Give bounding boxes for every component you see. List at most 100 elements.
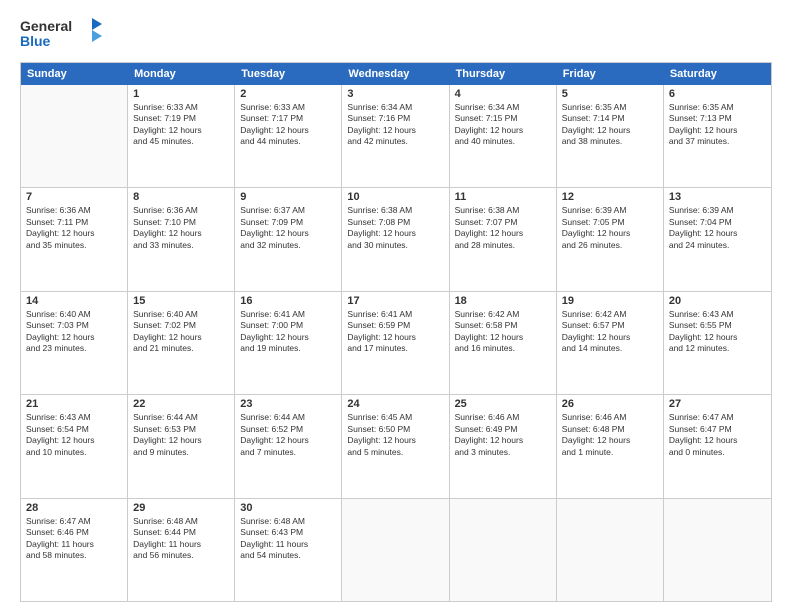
calendar-day-7: 7 Sunrise: 6:36 AM Sunset: 7:11 PM Daylig… bbox=[21, 188, 128, 290]
day-number: 3 bbox=[347, 88, 443, 100]
calendar-day-25: 25Sunrise: 6:46 AM Sunset: 6:49 PM Dayli… bbox=[450, 395, 557, 497]
calendar-day-13: 13 Sunrise: 6:39 AM Sunset: 7:04 PM Dayli… bbox=[664, 188, 771, 290]
day-number: 4 bbox=[455, 88, 551, 100]
calendar-day-11: 11 Sunrise: 6:38 AM Sunset: 7:07 PM Dayli… bbox=[450, 188, 557, 290]
calendar-row-1: 7 Sunrise: 6:36 AM Sunset: 7:11 PM Daylig… bbox=[21, 188, 771, 291]
calendar-day-16: 16 Sunrise: 6:41 AM Sunset: 7:00 PM Dayli… bbox=[235, 292, 342, 394]
day-info: Sunrise: 6:35 AM Sunset: 7:13 PM Dayligh… bbox=[669, 102, 766, 148]
calendar-day-15: 15Sunrise: 6:40 AM Sunset: 7:02 PM Dayli… bbox=[128, 292, 235, 394]
day-number: 19 bbox=[562, 295, 658, 307]
day-info: Sunrise: 6:33 AM Sunset: 7:17 PM Dayligh… bbox=[240, 102, 336, 148]
day-number: 16 bbox=[240, 295, 336, 307]
day-info: Sunrise: 6:40 AM Sunset: 7:03 PM Dayligh… bbox=[26, 309, 122, 355]
calendar-day-9: 9Sunrise: 6:37 AM Sunset: 7:09 PM Daylig… bbox=[235, 188, 342, 290]
day-info: Sunrise: 6:47 AM Sunset: 6:46 PM Dayligh… bbox=[26, 516, 122, 562]
calendar: SundayMondayTuesdayWednesdayThursdayFrid… bbox=[20, 62, 772, 602]
day-number: 18 bbox=[455, 295, 551, 307]
day-number: 5 bbox=[562, 88, 658, 100]
day-number: 20 bbox=[669, 295, 766, 307]
day-info: Sunrise: 6:46 AM Sunset: 6:49 PM Dayligh… bbox=[455, 412, 551, 458]
day-number: 11 bbox=[455, 191, 551, 203]
calendar-day-2: 2Sunrise: 6:33 AM Sunset: 7:17 PM Daylig… bbox=[235, 85, 342, 187]
page: General Blue SundayMondayTuesdayWednesda… bbox=[0, 0, 792, 612]
day-info: Sunrise: 6:39 AM Sunset: 7:04 PM Dayligh… bbox=[669, 205, 766, 251]
calendar-day-30: 30Sunrise: 6:48 AM Sunset: 6:43 PM Dayli… bbox=[235, 499, 342, 601]
calendar-day-18: 18 Sunrise: 6:42 AM Sunset: 6:58 PM Dayli… bbox=[450, 292, 557, 394]
calendar-day-27: 27Sunrise: 6:47 AM Sunset: 6:47 PM Dayli… bbox=[664, 395, 771, 497]
day-info: Sunrise: 6:47 AM Sunset: 6:47 PM Dayligh… bbox=[669, 412, 766, 458]
day-info: Sunrise: 6:41 AM Sunset: 7:00 PM Dayligh… bbox=[240, 309, 336, 355]
day-info: Sunrise: 6:45 AM Sunset: 6:50 PM Dayligh… bbox=[347, 412, 443, 458]
day-number: 14 bbox=[26, 295, 122, 307]
day-info: Sunrise: 6:42 AM Sunset: 6:57 PM Dayligh… bbox=[562, 309, 658, 355]
weekday-header-sunday: Sunday bbox=[21, 63, 128, 85]
calendar-day-24: 24 Sunrise: 6:45 AM Sunset: 6:50 PM Dayli… bbox=[342, 395, 449, 497]
calendar-day-4: 4 Sunrise: 6:34 AM Sunset: 7:15 PM Daylig… bbox=[450, 85, 557, 187]
weekday-header-wednesday: Wednesday bbox=[342, 63, 449, 85]
calendar-day-26: 26Sunrise: 6:46 AM Sunset: 6:48 PM Dayli… bbox=[557, 395, 664, 497]
day-info: Sunrise: 6:44 AM Sunset: 6:53 PM Dayligh… bbox=[133, 412, 229, 458]
weekday-header-monday: Monday bbox=[128, 63, 235, 85]
calendar-empty-cell bbox=[450, 499, 557, 601]
day-info: Sunrise: 6:42 AM Sunset: 6:58 PM Dayligh… bbox=[455, 309, 551, 355]
calendar-day-14: 14 Sunrise: 6:40 AM Sunset: 7:03 PM Dayli… bbox=[21, 292, 128, 394]
day-number: 23 bbox=[240, 398, 336, 410]
header: General Blue bbox=[20, 16, 772, 52]
calendar-empty-cell bbox=[664, 499, 771, 601]
logo: General Blue bbox=[20, 16, 110, 52]
day-info: Sunrise: 6:33 AM Sunset: 7:19 PM Dayligh… bbox=[133, 102, 229, 148]
day-number: 17 bbox=[347, 295, 443, 307]
calendar-row-0: 1 Sunrise: 6:33 AM Sunset: 7:19 PM Daylig… bbox=[21, 85, 771, 188]
calendar-day-6: 6 Sunrise: 6:35 AM Sunset: 7:13 PM Daylig… bbox=[664, 85, 771, 187]
day-info: Sunrise: 6:38 AM Sunset: 7:08 PM Dayligh… bbox=[347, 205, 443, 251]
day-info: Sunrise: 6:39 AM Sunset: 7:05 PM Dayligh… bbox=[562, 205, 658, 251]
day-number: 30 bbox=[240, 502, 336, 514]
day-info: Sunrise: 6:36 AM Sunset: 7:11 PM Dayligh… bbox=[26, 205, 122, 251]
calendar-day-28: 28Sunrise: 6:47 AM Sunset: 6:46 PM Dayli… bbox=[21, 499, 128, 601]
day-number: 29 bbox=[133, 502, 229, 514]
weekday-header-saturday: Saturday bbox=[664, 63, 771, 85]
day-number: 22 bbox=[133, 398, 229, 410]
calendar-day-21: 21Sunrise: 6:43 AM Sunset: 6:54 PM Dayli… bbox=[21, 395, 128, 497]
svg-text:General: General bbox=[20, 18, 72, 34]
day-info: Sunrise: 6:40 AM Sunset: 7:02 PM Dayligh… bbox=[133, 309, 229, 355]
calendar-header: SundayMondayTuesdayWednesdayThursdayFrid… bbox=[21, 63, 771, 85]
day-number: 13 bbox=[669, 191, 766, 203]
day-number: 9 bbox=[240, 191, 336, 203]
calendar-day-20: 20 Sunrise: 6:43 AM Sunset: 6:55 PM Dayli… bbox=[664, 292, 771, 394]
day-info: Sunrise: 6:44 AM Sunset: 6:52 PM Dayligh… bbox=[240, 412, 336, 458]
day-number: 1 bbox=[133, 88, 229, 100]
day-number: 6 bbox=[669, 88, 766, 100]
calendar-day-10: 10 Sunrise: 6:38 AM Sunset: 7:08 PM Dayli… bbox=[342, 188, 449, 290]
day-info: Sunrise: 6:38 AM Sunset: 7:07 PM Dayligh… bbox=[455, 205, 551, 251]
day-info: Sunrise: 6:36 AM Sunset: 7:10 PM Dayligh… bbox=[133, 205, 229, 251]
day-info: Sunrise: 6:35 AM Sunset: 7:14 PM Dayligh… bbox=[562, 102, 658, 148]
weekday-header-friday: Friday bbox=[557, 63, 664, 85]
day-number: 7 bbox=[26, 191, 122, 203]
calendar-day-8: 8 Sunrise: 6:36 AM Sunset: 7:10 PM Daylig… bbox=[128, 188, 235, 290]
calendar-day-19: 19 Sunrise: 6:42 AM Sunset: 6:57 PM Dayli… bbox=[557, 292, 664, 394]
day-info: Sunrise: 6:41 AM Sunset: 6:59 PM Dayligh… bbox=[347, 309, 443, 355]
weekday-header-thursday: Thursday bbox=[450, 63, 557, 85]
calendar-day-29: 29Sunrise: 6:48 AM Sunset: 6:44 PM Dayli… bbox=[128, 499, 235, 601]
day-number: 24 bbox=[347, 398, 443, 410]
calendar-day-3: 3Sunrise: 6:34 AM Sunset: 7:16 PM Daylig… bbox=[342, 85, 449, 187]
calendar-row-4: 28Sunrise: 6:47 AM Sunset: 6:46 PM Dayli… bbox=[21, 499, 771, 601]
day-number: 26 bbox=[562, 398, 658, 410]
weekday-header-tuesday: Tuesday bbox=[235, 63, 342, 85]
calendar-row-3: 21Sunrise: 6:43 AM Sunset: 6:54 PM Dayli… bbox=[21, 395, 771, 498]
calendar-row-2: 14 Sunrise: 6:40 AM Sunset: 7:03 PM Dayli… bbox=[21, 292, 771, 395]
calendar-day-1: 1 Sunrise: 6:33 AM Sunset: 7:19 PM Daylig… bbox=[128, 85, 235, 187]
day-info: Sunrise: 6:43 AM Sunset: 6:55 PM Dayligh… bbox=[669, 309, 766, 355]
day-number: 21 bbox=[26, 398, 122, 410]
calendar-body: 1 Sunrise: 6:33 AM Sunset: 7:19 PM Daylig… bbox=[21, 85, 771, 601]
calendar-day-23: 23 Sunrise: 6:44 AM Sunset: 6:52 PM Dayli… bbox=[235, 395, 342, 497]
day-info: Sunrise: 6:34 AM Sunset: 7:15 PM Dayligh… bbox=[455, 102, 551, 148]
calendar-day-12: 12Sunrise: 6:39 AM Sunset: 7:05 PM Dayli… bbox=[557, 188, 664, 290]
calendar-empty-cell bbox=[21, 85, 128, 187]
logo-svg: General Blue bbox=[20, 16, 110, 52]
calendar-empty-cell bbox=[342, 499, 449, 601]
day-number: 10 bbox=[347, 191, 443, 203]
day-number: 8 bbox=[133, 191, 229, 203]
calendar-empty-cell bbox=[557, 499, 664, 601]
